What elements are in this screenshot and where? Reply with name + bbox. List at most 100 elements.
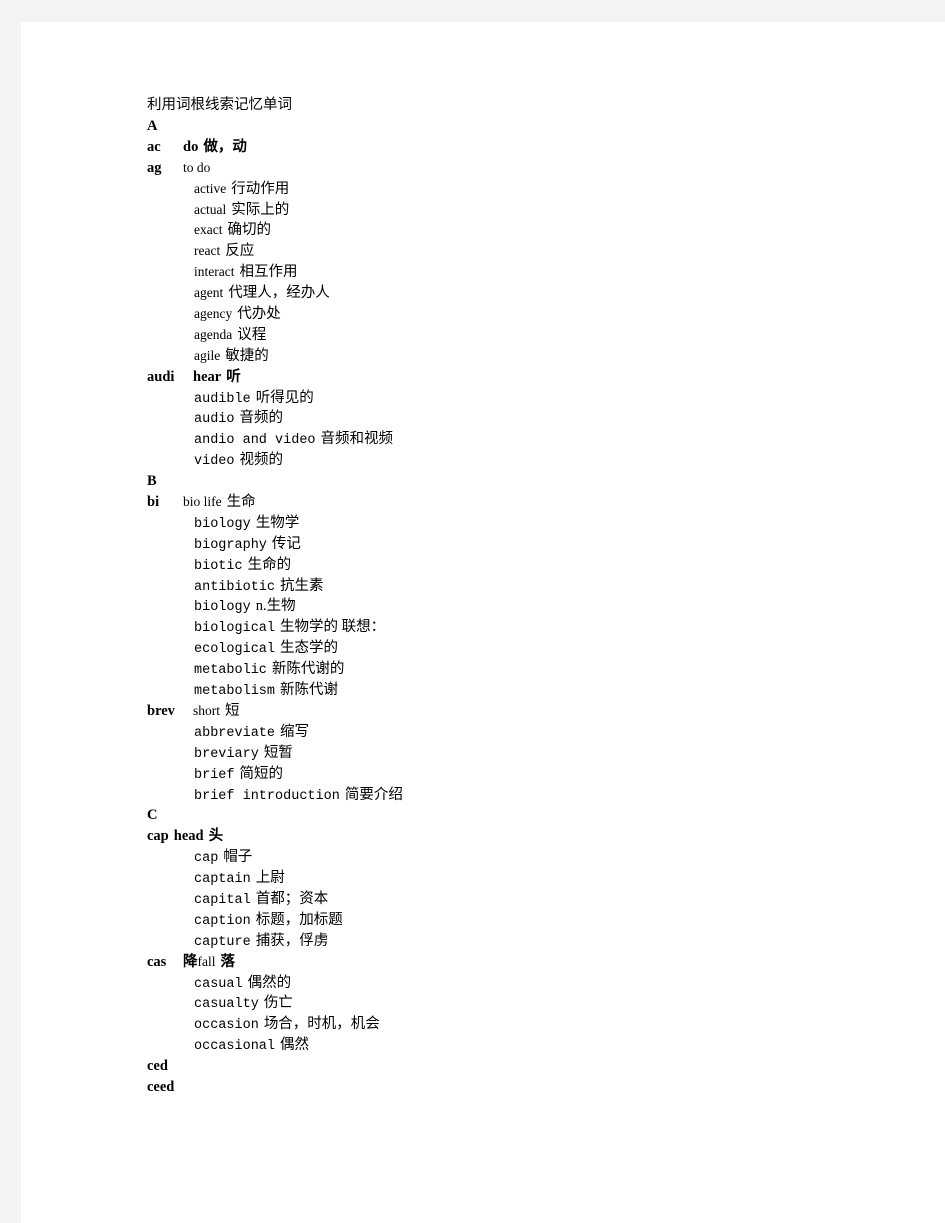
word-entry: biography 传记	[147, 534, 907, 555]
entry-word: occasion	[194, 1018, 259, 1034]
entry-meaning: 听得见的	[255, 389, 314, 406]
entry-word: metabolic	[194, 663, 267, 679]
entry-meaning: 简短的	[239, 765, 284, 782]
root-heading: brev short 短	[147, 701, 907, 722]
root-key: ced	[147, 1058, 168, 1075]
root-key: cap	[147, 828, 169, 845]
entry-word: metabolism	[194, 684, 276, 700]
root-heading: bi bio life 生命	[147, 492, 907, 513]
word-entry: audible 听得见的	[147, 388, 907, 409]
root-gloss-cn-prefix: 降	[183, 953, 198, 970]
word-entry: biology n.生物	[147, 596, 907, 617]
root-key: ceed	[147, 1078, 175, 1095]
root-gloss-en: to do	[183, 159, 211, 175]
word-entry: metabolic 新陈代谢的	[147, 659, 907, 680]
word-entry: occasion 场合，时机，机会	[147, 1014, 907, 1035]
root-heading: ac do 做，动	[147, 137, 907, 158]
entry-word: occasional	[194, 1039, 276, 1055]
root-key: ag	[147, 159, 162, 176]
entry-word: biological	[194, 621, 276, 637]
root-gloss-en: fall	[197, 953, 216, 969]
entry-word: agent	[194, 285, 224, 301]
entry-word: ecological	[194, 642, 276, 658]
word-entry: caption 标题，加标题	[147, 910, 907, 931]
entry-word: casual	[194, 976, 243, 992]
entry-word: caption	[194, 913, 251, 929]
entry-word: actual	[194, 201, 227, 217]
entry-meaning: 偶然	[280, 1037, 310, 1054]
entry-meaning: 抗生素	[280, 577, 324, 594]
entry-word: abbreviate	[194, 725, 276, 741]
entry-meaning: 生物学的 联想：	[280, 619, 386, 636]
root-heading: cas 降fall 落	[147, 952, 907, 973]
entry-meaning: 行动作用	[231, 180, 290, 197]
entry-word: biology	[194, 516, 251, 532]
entry-meaning: 传记	[271, 535, 301, 552]
entry-word: video	[194, 454, 235, 470]
entry-meaning: 上尉	[255, 870, 285, 887]
entry-word: exact	[194, 222, 223, 238]
section-letter: A	[147, 118, 158, 134]
word-entry: biotic 生命的	[147, 555, 907, 576]
entry-meaning: 实际上的	[231, 201, 290, 218]
entry-meaning: 新陈代谢	[280, 682, 339, 699]
entry-word: active	[194, 180, 227, 196]
root-heading: audi hear 听	[147, 367, 907, 388]
root-gloss-cn: 头	[208, 828, 224, 845]
word-entry: agenda 议程	[147, 325, 907, 346]
root-gloss-cn: 听	[226, 368, 241, 385]
entry-word: biography	[194, 537, 267, 553]
entry-meaning: 代办处	[237, 306, 281, 323]
section-letter: B	[147, 473, 157, 490]
root-key: bi	[147, 494, 160, 511]
root-gloss-cn: 做，动	[203, 138, 247, 155]
entry-meaning: n.生物	[255, 598, 296, 615]
entry-meaning: 伤亡	[263, 995, 293, 1012]
entry-meaning: 首都；资本	[255, 890, 329, 907]
entry-meaning: 视频的	[239, 452, 284, 469]
word-entry: antibiotic 抗生素	[147, 576, 907, 597]
entry-word: antibiotic	[194, 579, 276, 595]
word-entry: interact 相互作用	[147, 262, 907, 283]
entry-word: biotic	[194, 558, 243, 574]
word-entry: occasional 偶然	[147, 1035, 907, 1056]
root-key: brev	[147, 702, 175, 719]
root-heading: ceed	[147, 1077, 907, 1098]
entry-word: agile	[194, 347, 221, 363]
root-key: cas	[147, 953, 167, 970]
document-body: 利用词根线索记忆单词 Aac do 做，动 ag to do active 行动作用 actu…	[147, 94, 907, 1098]
word-entry: brief introduction 简要介绍	[147, 785, 907, 806]
entry-word: react	[194, 243, 221, 259]
root-gloss-cn: 落	[220, 953, 236, 970]
word-entry: capture 捕获，俘虏	[147, 931, 907, 952]
word-entry: breviary 短暂	[147, 743, 907, 764]
entry-meaning: 敏捷的	[225, 347, 269, 364]
word-entry: captain 上尉	[147, 868, 907, 889]
entry-meaning: 议程	[237, 326, 267, 343]
root-gloss-en: head	[173, 828, 204, 845]
entry-word: brief introduction	[194, 788, 340, 804]
word-entry: agent 代理人，经办人	[147, 283, 907, 304]
entry-meaning: 确切的	[227, 222, 271, 239]
entry-meaning: 音频的	[239, 410, 284, 427]
root-heading: ced	[147, 1056, 907, 1077]
entry-meaning: 新陈代谢的	[271, 661, 345, 678]
entry-meaning: 相互作用	[239, 264, 298, 281]
entry-word: breviary	[194, 746, 259, 762]
entry-meaning: 代理人，经办人	[228, 285, 330, 302]
word-entry: exact 确切的	[147, 220, 907, 241]
entry-meaning: 捕获，俘虏	[255, 932, 329, 949]
root-gloss-cn: 生命	[226, 494, 256, 511]
word-entry: brief 简短的	[147, 764, 907, 785]
entry-word: agenda	[194, 326, 233, 342]
entry-word: biology	[194, 600, 251, 616]
entry-meaning: 反应	[225, 243, 255, 260]
root-heading: ag to do	[147, 158, 907, 179]
entry-meaning: 简要介绍	[344, 786, 403, 803]
word-entry: metabolism 新陈代谢	[147, 680, 907, 701]
word-entry: video 视频的	[147, 450, 907, 471]
entry-meaning: 缩写	[280, 723, 310, 740]
document-title: 利用词根线索记忆单词	[147, 97, 292, 113]
entry-meaning: 生命的	[247, 556, 292, 573]
entry-word: interact	[194, 264, 235, 280]
